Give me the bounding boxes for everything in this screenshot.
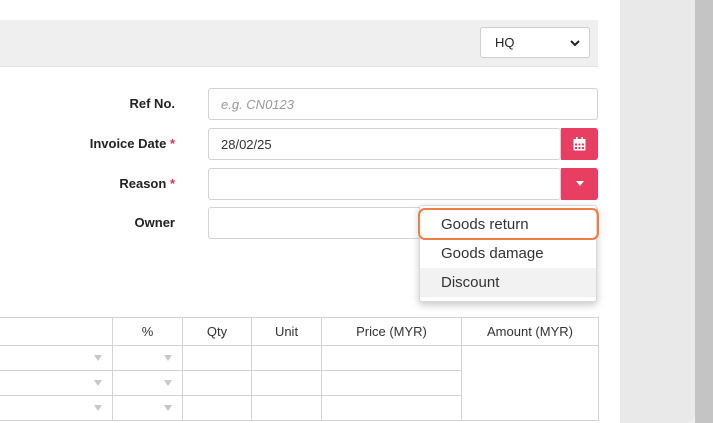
app-frame: HQ Ref No. e.g. CN0123 Invoice Date * 28… [0, 0, 695, 423]
amount-cell [461, 345, 599, 421]
invoice-date-label: Invoice Date * [89, 136, 175, 151]
right-gutter [620, 0, 695, 423]
unit-cell[interactable] [251, 370, 322, 396]
col-header-item [0, 317, 113, 346]
window-edge [695, 0, 713, 423]
item-select-cell[interactable] [0, 370, 113, 396]
caret-down-icon [94, 355, 102, 361]
reason-label: Reason * [119, 176, 175, 191]
price-cell[interactable] [321, 370, 462, 396]
percent-select-cell[interactable] [112, 395, 183, 421]
owner-label: Owner [134, 215, 175, 230]
chevron-down-icon [570, 40, 580, 47]
calendar-icon [573, 137, 586, 151]
col-header-amount: Amount (MYR) [461, 317, 599, 346]
highlight-ring [418, 208, 599, 240]
branch-select-value: HQ [495, 35, 515, 50]
percent-select-cell[interactable] [112, 345, 183, 371]
table-header-row: % Qty Unit Price (MYR) Amount (MYR) [0, 317, 599, 346]
table-row [0, 345, 599, 421]
price-cell[interactable] [321, 395, 462, 421]
col-header-percent: % [112, 317, 183, 346]
col-header-price: Price (MYR) [321, 317, 462, 346]
price-cell[interactable] [321, 345, 462, 371]
branch-select[interactable]: HQ [480, 27, 590, 58]
reason-select[interactable] [208, 168, 561, 200]
col-header-qty: Qty [182, 317, 252, 346]
caret-down-icon [164, 355, 172, 361]
qty-cell[interactable] [182, 370, 252, 396]
option-goods-damage[interactable]: Goods damage [420, 239, 596, 268]
items-table: % Qty Unit Price (MYR) Amount (MYR) [0, 317, 599, 421]
unit-cell[interactable] [251, 345, 322, 371]
required-mark: * [169, 176, 175, 191]
caret-down-icon [575, 181, 584, 186]
percent-select-cell[interactable] [112, 370, 183, 396]
item-select-cell[interactable] [0, 395, 113, 421]
ref-no-label: Ref No. [129, 96, 176, 111]
caret-down-icon [164, 405, 172, 411]
ref-no-input[interactable]: e.g. CN0123 [208, 88, 598, 120]
col-header-unit: Unit [251, 317, 322, 346]
option-discount[interactable]: Discount [420, 268, 596, 297]
caret-down-icon [94, 380, 102, 386]
invoice-date-input[interactable]: 28/02/25 [208, 128, 561, 160]
unit-cell[interactable] [251, 395, 322, 421]
calendar-button[interactable] [561, 128, 598, 160]
qty-cell[interactable] [182, 395, 252, 421]
caret-down-icon [94, 405, 102, 411]
qty-cell[interactable] [182, 345, 252, 371]
required-mark: * [169, 136, 175, 151]
item-select-cell[interactable] [0, 345, 113, 371]
reason-dropdown-toggle[interactable] [561, 168, 598, 200]
caret-down-icon [164, 380, 172, 386]
